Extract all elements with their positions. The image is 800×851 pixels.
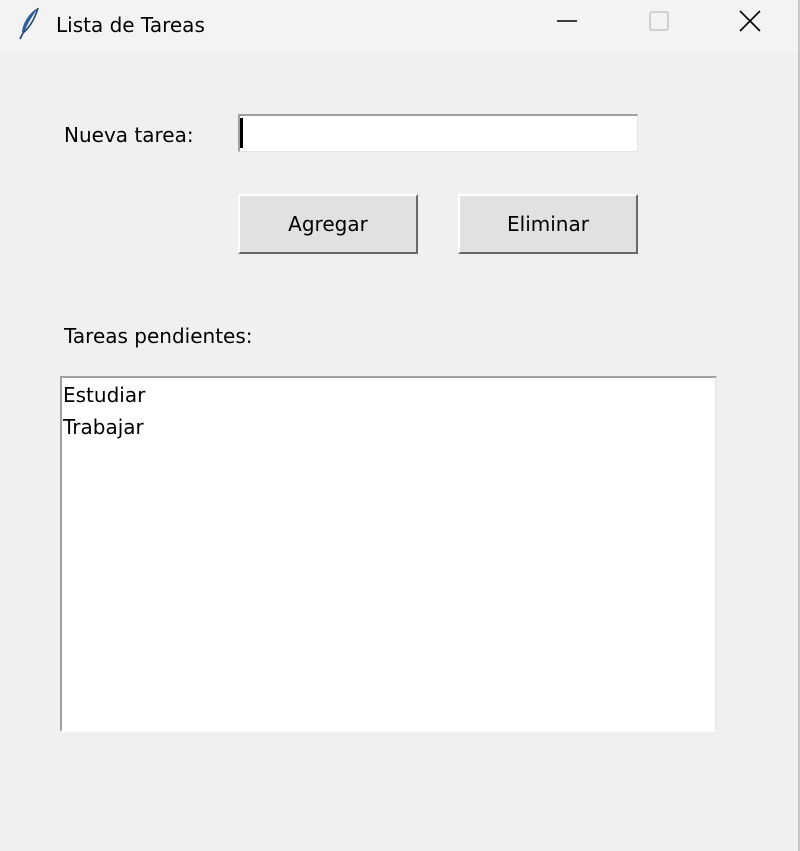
pending-tasks-label: Tareas pendientes: — [64, 324, 253, 348]
app-window: Lista de Tareas Nueva tarea: Agregar Eli… — [0, 0, 800, 851]
minimize-icon — [555, 9, 579, 37]
minimize-button[interactable] — [521, 0, 613, 46]
list-item[interactable]: Trabajar — [62, 411, 715, 443]
maximize-icon — [646, 9, 670, 37]
new-task-input[interactable] — [238, 114, 638, 152]
title-bar[interactable]: Lista de Tareas — [0, 0, 798, 52]
text-caret — [240, 118, 243, 148]
window-title: Lista de Tareas — [56, 13, 205, 37]
maximize-button[interactable] — [612, 0, 704, 46]
close-icon — [738, 9, 762, 37]
task-listbox[interactable]: Estudiar Trabajar — [60, 376, 717, 732]
new-task-label: Nueva tarea: — [64, 123, 194, 147]
task-list: Estudiar Trabajar — [62, 378, 715, 443]
delete-button[interactable]: Eliminar — [458, 194, 638, 254]
feather-icon — [18, 6, 42, 40]
add-button[interactable]: Agregar — [238, 194, 418, 254]
close-button[interactable] — [704, 0, 796, 46]
list-item[interactable]: Estudiar — [62, 379, 715, 411]
